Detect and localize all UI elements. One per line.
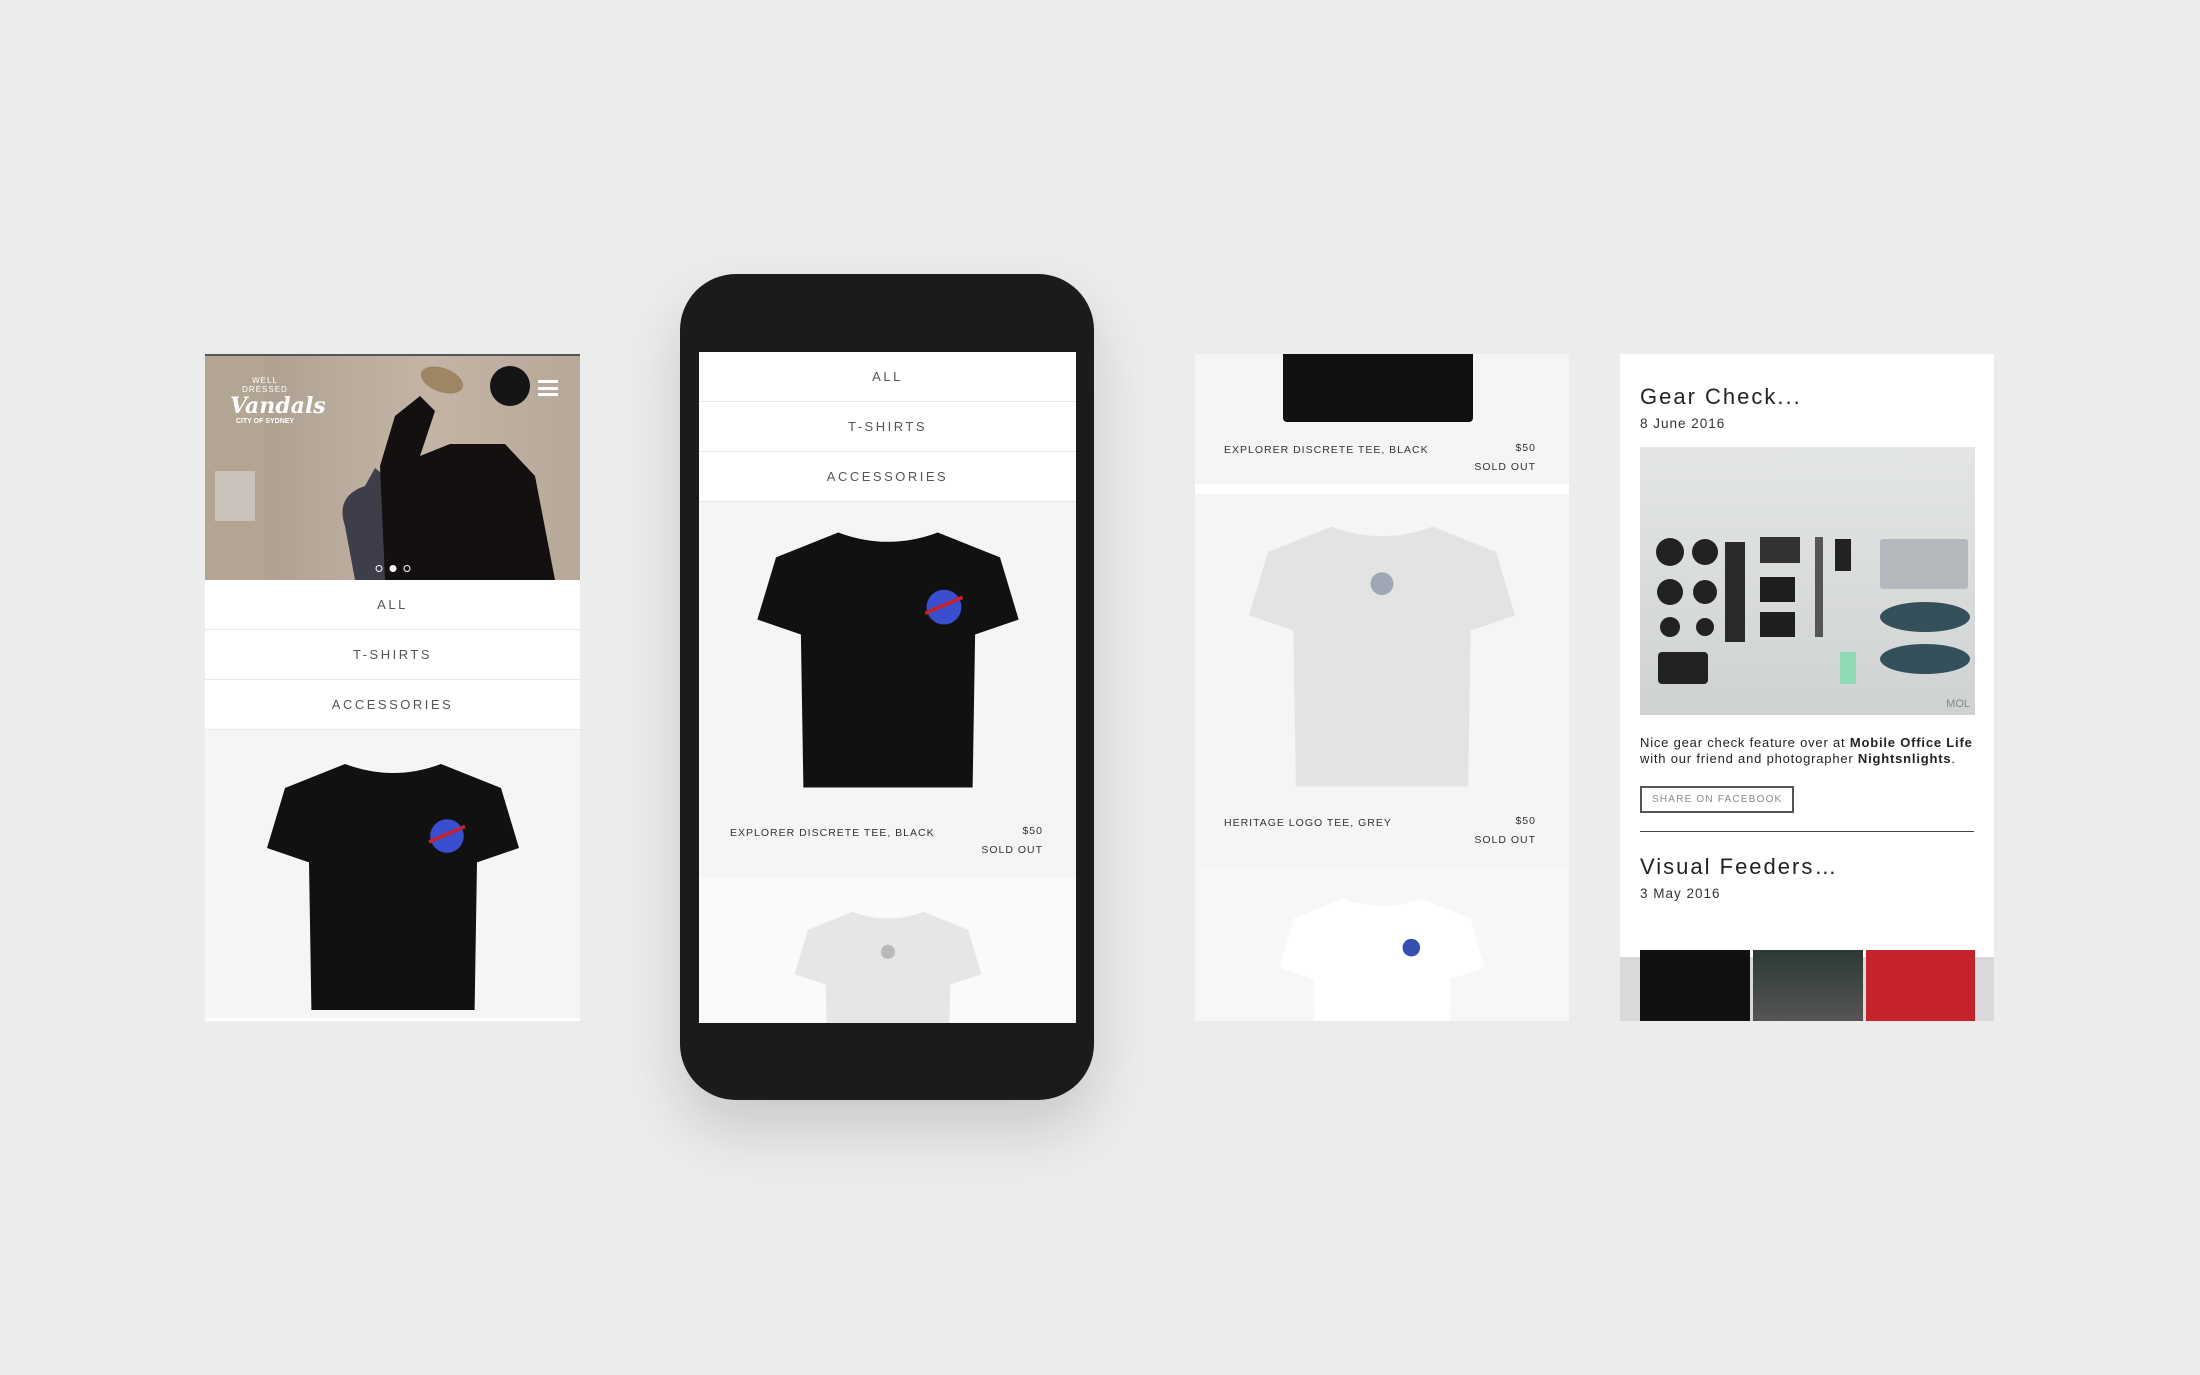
sold-out-label: SOLD OUT	[981, 844, 1043, 856]
sold-out-label: SOLD OUT	[1474, 834, 1536, 846]
category-all[interactable]: ALL	[699, 352, 1076, 402]
product-card[interactable]	[1195, 869, 1569, 1021]
grey-tee-image	[1249, 526, 1515, 787]
price: $50	[1515, 815, 1536, 827]
carousel-dot[interactable]	[403, 565, 410, 572]
price: $50	[1022, 825, 1043, 837]
black-tee-image	[1283, 354, 1473, 422]
sold-out-label: SOLD OUT	[1474, 461, 1536, 473]
product-card[interactable]	[699, 878, 1076, 1023]
product-card[interactable]: HERITAGE LOGO TEE, GREY $50 SOLD OUT	[1195, 494, 1569, 869]
category-tshirts[interactable]: T-SHIRTS	[205, 630, 580, 680]
carousel-dot-active[interactable]	[389, 565, 396, 572]
category-tshirts[interactable]: T-SHIRTS	[699, 402, 1076, 452]
gear-check-photo: MOL	[1640, 447, 1975, 715]
blog-panel: Gear Check... 8 June 2016 MOL Nice gear …	[1620, 354, 1994, 1021]
category-accessories[interactable]: ACCESSORIES	[699, 452, 1076, 502]
category-accessories[interactable]: ACCESSORIES	[205, 680, 580, 730]
hero-carousel[interactable]: WELL DRESSED Vandals CITY OF SYDNEY	[205, 356, 580, 580]
phone-mockup: ALL T-SHIRTS ACCESSORIES EXPLORER DISCRE…	[680, 274, 1094, 1100]
post-date: 8 June 2016	[1640, 416, 1726, 431]
post-title[interactable]: Gear Check...	[1640, 384, 1974, 410]
grid-image[interactable]	[1753, 950, 1863, 1021]
brand-logo[interactable]: WELL DRESSED Vandals CITY OF SYDNEY	[230, 376, 326, 425]
share-on-facebook-button[interactable]: SHARE ON FACEBOOK	[1640, 786, 1795, 813]
post-excerpt: Nice gear check feature over at Mobile O…	[1640, 735, 1974, 767]
phone-screen: ALL T-SHIRTS ACCESSORIES EXPLORER DISCRE…	[699, 352, 1076, 1023]
post-title[interactable]: Visual Feeders…	[1640, 854, 1974, 880]
grey-tee-image	[794, 911, 981, 1023]
grid-image[interactable]	[1640, 950, 1750, 1021]
logo-text: WELL DRESSED	[242, 376, 288, 394]
category-all[interactable]: ALL	[205, 580, 580, 630]
product-card[interactable]: EXPLORER DISCRETE TEE, BLACK $50 SOLD OUT	[699, 502, 1076, 878]
product-list-panel: EXPLORER DISCRETE TEE, BLACK $50 SOLD OUT…	[1195, 354, 1569, 1021]
product-card[interactable]: EXPLORER DISCRETE TEE, BLACK $50 SOLD OUT	[1195, 354, 1569, 494]
product-price: $50 SOLD OUT	[981, 822, 1043, 860]
gear-items	[1656, 537, 1970, 684]
carousel-dots	[375, 565, 410, 572]
product-price: $50 SOLD OUT	[1474, 439, 1536, 477]
grid-image[interactable]	[1866, 950, 1975, 1021]
post-date: 3 May 2016	[1640, 886, 1721, 901]
text: Nice gear check feature over at	[1640, 735, 1850, 750]
product-name[interactable]: EXPLORER DISCRETE TEE, BLACK	[1224, 444, 1429, 456]
watermark: MOL	[1946, 698, 1970, 710]
link-mobile-office-life[interactable]: Mobile Office Life	[1850, 735, 1973, 750]
text: with our friend and photographer	[1640, 751, 1858, 766]
white-tee-image	[1279, 898, 1485, 1021]
logo-text: CITY OF SYDNEY	[235, 418, 295, 425]
text: .	[1951, 751, 1956, 766]
divider	[1640, 831, 1974, 832]
menu-icon[interactable]	[538, 380, 558, 396]
link-nightsnlights[interactable]: Nightsnlights	[1858, 751, 1951, 766]
carousel-dot[interactable]	[375, 565, 382, 572]
product-name[interactable]: EXPLORER DISCRETE TEE, BLACK	[730, 827, 935, 839]
black-tee-image	[756, 532, 1019, 788]
black-tee-image	[266, 764, 519, 1010]
product-card[interactable]	[205, 730, 580, 1021]
product-name[interactable]: HERITAGE LOGO TEE, GREY	[1224, 817, 1392, 829]
mobile-home-panel: WELL DRESSED Vandals CITY OF SYDNEY ALL …	[205, 354, 580, 1021]
price: $50	[1515, 442, 1536, 454]
product-price: $50 SOLD OUT	[1474, 812, 1536, 850]
logo-text: Vandals	[230, 393, 326, 419]
post-image-grid	[1620, 950, 1994, 1021]
